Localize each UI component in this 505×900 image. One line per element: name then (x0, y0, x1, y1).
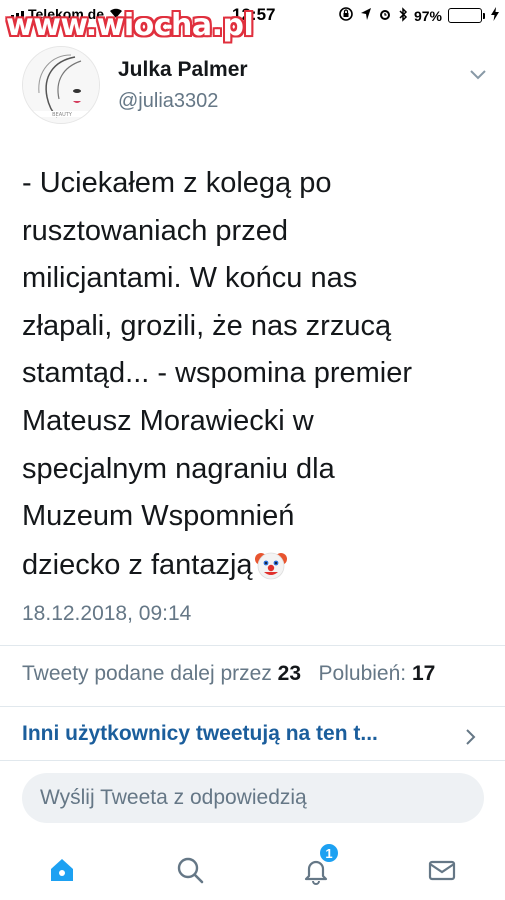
reply-input[interactable]: Wyślij Tweeta z odpowiedzią (22, 773, 484, 823)
bluetooth-icon (398, 6, 408, 25)
tweet-line: milicjantami. W końcu nas (22, 262, 358, 295)
retweets-label: Tweety podane dalej przez (22, 662, 272, 685)
others-tweeting-link[interactable]: Inni użytkownicy tweetują na ten t... (22, 722, 378, 746)
tweet-extra-line: dziecko z fantazją (22, 548, 288, 582)
tweet-line: rusztowaniach przed (22, 214, 288, 247)
status-right: 97% (338, 6, 499, 25)
rotation-lock-icon (338, 6, 354, 25)
display-name[interactable]: Julka Palmer (118, 58, 248, 82)
divider (0, 760, 505, 761)
retweets-count: 23 (277, 662, 302, 685)
messages-icon[interactable] (422, 850, 462, 890)
tweet-line: Mateusz Morawiecki w (22, 404, 314, 437)
watermark: www.wiocha.pl (6, 8, 254, 43)
bottom-nav: 1 (0, 838, 505, 900)
tweet-line: złapali, grozili, że nas zrzucą (22, 309, 392, 342)
clown-emoji-icon (254, 548, 288, 582)
charging-icon (491, 7, 499, 24)
likes-label: Polubień: (318, 662, 407, 685)
tweet-line: stamtąd... - wspomina premier (22, 357, 413, 390)
home-icon[interactable] (42, 850, 82, 890)
battery-percent: 97% (413, 7, 442, 24)
tweet-stats[interactable]: Tweety podane dalej przez 23 Polubień: 1… (22, 662, 435, 686)
reply-placeholder: Wyślij Tweeta z odpowiedzią (40, 786, 307, 809)
alarm-icon (378, 7, 392, 24)
location-icon (360, 7, 372, 24)
user-handle[interactable]: @julia3302 (118, 90, 218, 113)
avatar[interactable]: BEAUTY (22, 46, 100, 124)
divider (0, 645, 505, 646)
notification-badge: 1 (318, 842, 340, 864)
tweet-timestamp: 18.12.2018, 09:14 (22, 602, 192, 625)
tweet-line: Muzeum Wspomnień (22, 500, 295, 533)
svg-text:BEAUTY: BEAUTY (52, 112, 73, 118)
chevron-right-icon[interactable] (462, 726, 478, 748)
chevron-down-icon[interactable] (466, 64, 490, 84)
tweet-text: - Uciekałem z kolegą po rusztowaniach pr… (22, 160, 492, 541)
tweet-line: specjalnym nagraniu dla (22, 452, 335, 485)
divider (0, 706, 505, 707)
battery-icon (448, 8, 485, 23)
tweet-line: - Uciekałem z kolegą po (22, 167, 332, 199)
notifications-icon[interactable]: 1 (296, 842, 340, 890)
tweet-extra-text: dziecko z fantazją (22, 548, 253, 581)
search-icon[interactable] (170, 850, 210, 890)
likes-count: 17 (411, 662, 436, 685)
